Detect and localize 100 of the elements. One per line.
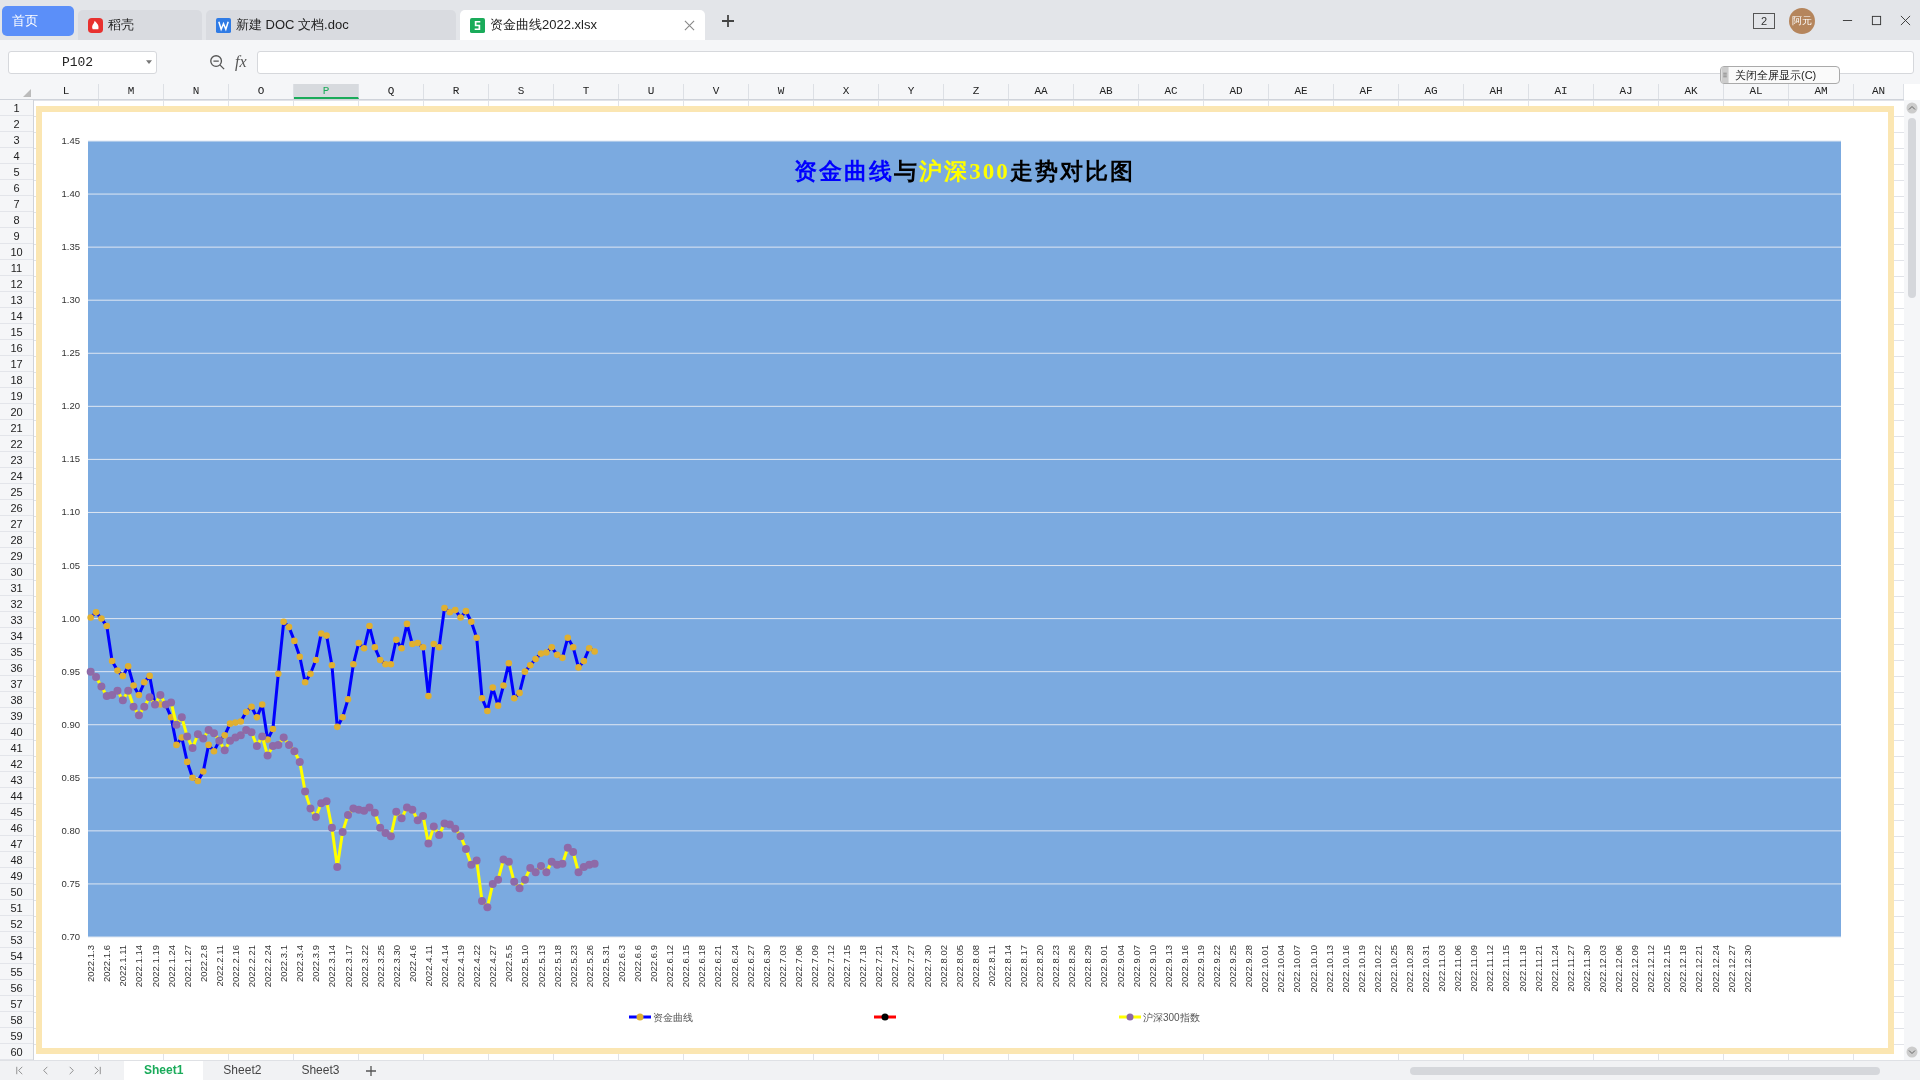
first-sheet-icon[interactable]	[14, 1065, 25, 1076]
file-tab[interactable]: 新建 DOC 文档.doc	[206, 10, 456, 40]
row-header[interactable]: 2	[0, 116, 33, 132]
select-all-icon[interactable]	[23, 89, 31, 97]
row-header[interactable]: 6	[0, 180, 33, 196]
row-header[interactable]: 30	[0, 564, 33, 580]
function-label[interactable]: fx	[235, 53, 247, 71]
row-header[interactable]: 17	[0, 356, 33, 372]
scrollbar-thumb[interactable]	[1410, 1066, 1880, 1075]
column-header[interactable]: AK	[1659, 84, 1724, 99]
row-header[interactable]: 23	[0, 452, 33, 468]
row-header[interactable]: 8	[0, 212, 33, 228]
row-header[interactable]: 57	[0, 996, 33, 1012]
row-header[interactable]: 48	[0, 852, 33, 868]
column-header[interactable]: X	[814, 84, 879, 99]
row-header[interactable]: 18	[0, 372, 33, 388]
column-header[interactable]: AF	[1334, 84, 1399, 99]
row-header[interactable]: 50	[0, 884, 33, 900]
maximize-icon[interactable]	[1871, 15, 1882, 26]
column-header[interactable]: U	[619, 84, 684, 99]
column-header[interactable]: M	[99, 84, 164, 99]
row-header[interactable]: 59	[0, 1028, 33, 1044]
add-sheet-icon[interactable]	[365, 1064, 378, 1077]
caret-icon[interactable]	[146, 60, 152, 64]
zoom-icon[interactable]	[209, 54, 225, 70]
scroll-up-icon[interactable]	[1906, 102, 1918, 114]
file-tab[interactable]: 资金曲线2022.xlsx	[460, 10, 705, 40]
row-header[interactable]: 26	[0, 500, 33, 516]
row-header[interactable]: 32	[0, 596, 33, 612]
row-header[interactable]: 7	[0, 196, 33, 212]
column-header[interactable]: L	[34, 84, 99, 99]
next-sheet-icon[interactable]	[66, 1065, 77, 1076]
row-header[interactable]: 34	[0, 628, 33, 644]
column-header[interactable]: N	[164, 84, 229, 99]
row-header[interactable]: 44	[0, 788, 33, 804]
row-header[interactable]: 56	[0, 980, 33, 996]
row-header[interactable]: 11	[0, 260, 33, 276]
scrollbar-thumb[interactable]	[1908, 118, 1916, 298]
row-header[interactable]: 27	[0, 516, 33, 532]
row-header[interactable]: 43	[0, 772, 33, 788]
column-header[interactable]: W	[749, 84, 814, 99]
row-header[interactable]: 51	[0, 900, 33, 916]
row-header[interactable]: 33	[0, 612, 33, 628]
row-header[interactable]: 5	[0, 164, 33, 180]
row-header[interactable]: 55	[0, 964, 33, 980]
row-header[interactable]: 46	[0, 820, 33, 836]
column-header[interactable]: R	[424, 84, 489, 99]
row-header[interactable]: 54	[0, 948, 33, 964]
file-tab[interactable]: 稻壳	[78, 10, 202, 40]
close-icon[interactable]	[684, 19, 695, 31]
column-header[interactable]: AJ	[1594, 84, 1659, 99]
row-header[interactable]: 38	[0, 692, 33, 708]
row-header[interactable]: 40	[0, 724, 33, 740]
row-header[interactable]: 10	[0, 244, 33, 260]
column-header[interactable]: AB	[1074, 84, 1139, 99]
row-header[interactable]: 14	[0, 308, 33, 324]
row-header[interactable]: 47	[0, 836, 33, 852]
row-header[interactable]: 3	[0, 132, 33, 148]
row-header[interactable]: 4	[0, 148, 33, 164]
column-header[interactable]: AG	[1399, 84, 1464, 99]
row-header[interactable]: 24	[0, 468, 33, 484]
row-header[interactable]: 1	[0, 100, 33, 116]
column-header[interactable]: AD	[1204, 84, 1269, 99]
column-header[interactable]: AN	[1854, 84, 1904, 99]
exit-fullscreen-button[interactable]: 关闭全屏显示(C)	[1720, 66, 1840, 84]
name-box[interactable]: P102	[8, 50, 157, 74]
row-header[interactable]: 21	[0, 420, 33, 436]
column-header[interactable]: Z	[944, 84, 1009, 99]
sheet-tab[interactable]: Sheet2	[203, 1061, 282, 1080]
row-header[interactable]: 58	[0, 1012, 33, 1028]
row-header[interactable]: 39	[0, 708, 33, 724]
close-icon[interactable]	[1900, 15, 1911, 26]
column-header[interactable]: T	[554, 84, 619, 99]
row-header[interactable]: 52	[0, 916, 33, 932]
row-header[interactable]: 49	[0, 868, 33, 884]
column-header[interactable]: Y	[879, 84, 944, 99]
column-header[interactable]: V	[684, 84, 749, 99]
column-header[interactable]: AE	[1269, 84, 1334, 99]
row-header[interactable]: 28	[0, 532, 33, 548]
row-header[interactable]: 29	[0, 548, 33, 564]
scroll-down-icon[interactable]	[1906, 1046, 1918, 1058]
row-header[interactable]: 36	[0, 660, 33, 676]
grip-icon[interactable]	[1721, 67, 1729, 83]
row-header[interactable]: 19	[0, 388, 33, 404]
row-header[interactable]: 15	[0, 324, 33, 340]
row-header[interactable]: 22	[0, 436, 33, 452]
column-header[interactable]: AH	[1464, 84, 1529, 99]
row-header[interactable]: 53	[0, 932, 33, 948]
row-header[interactable]: 37	[0, 676, 33, 692]
previous-sheet-icon[interactable]	[40, 1065, 51, 1076]
column-header[interactable]: AC	[1139, 84, 1204, 99]
new-tab-icon[interactable]	[721, 13, 735, 28]
row-header[interactable]: 13	[0, 292, 33, 308]
row-header[interactable]: 42	[0, 756, 33, 772]
column-header[interactable]: S	[489, 84, 554, 99]
row-header[interactable]: 41	[0, 740, 33, 756]
row-header[interactable]: 12	[0, 276, 33, 292]
row-header[interactable]: 16	[0, 340, 33, 356]
row-header[interactable]: 20	[0, 404, 33, 420]
row-header[interactable]: 45	[0, 804, 33, 820]
